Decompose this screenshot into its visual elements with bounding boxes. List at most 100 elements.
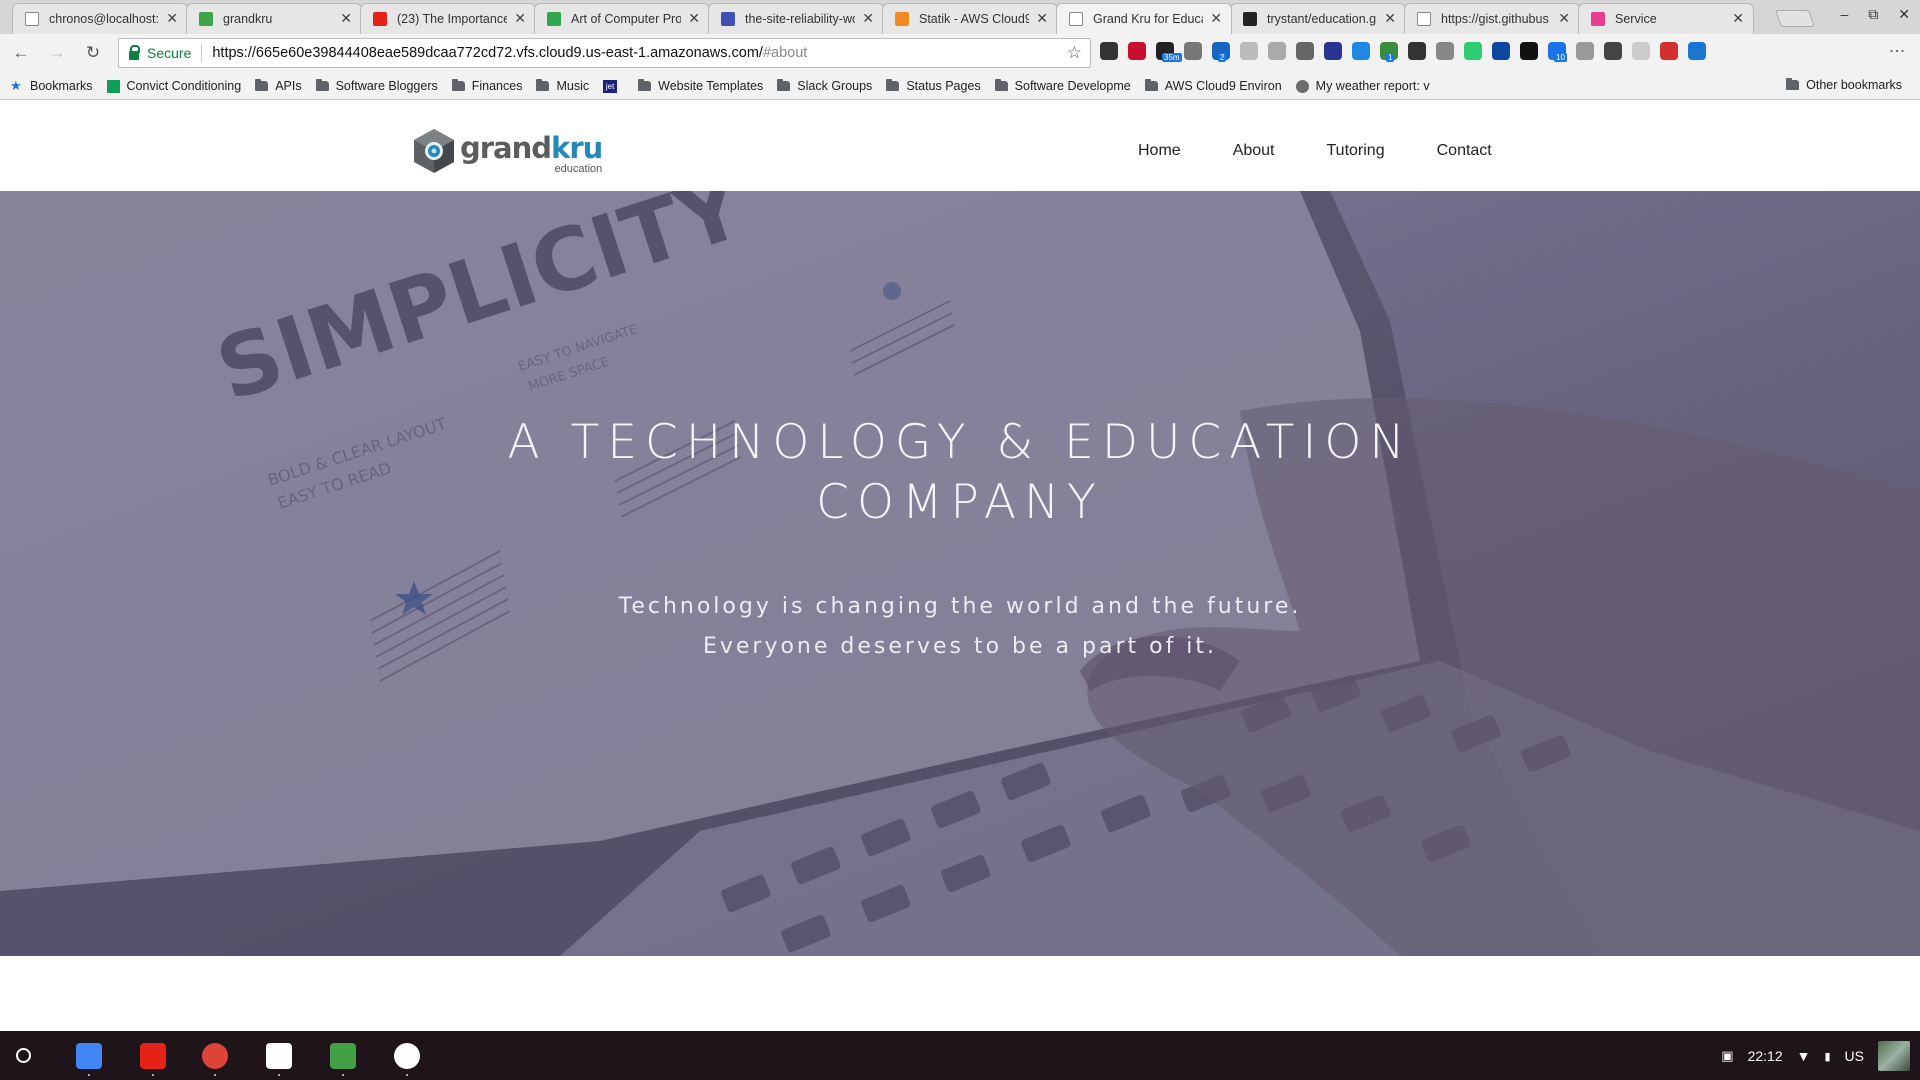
tab-close-icon[interactable]: ✕ <box>1210 10 1222 27</box>
site-logo[interactable]: grandkru education <box>412 128 603 174</box>
tab-close-icon[interactable]: ✕ <box>862 10 874 27</box>
bookmark-item[interactable]: jet <box>603 79 624 93</box>
bookmark-item[interactable]: Status Pages <box>886 79 981 93</box>
bookmark-item[interactable]: Music <box>536 79 589 93</box>
back-arrow-icon[interactable]: ← <box>10 42 32 64</box>
tab[interactable]: the-site-reliability-wor ✕ <box>708 3 884 34</box>
tab[interactable]: https://gist.githubus ✕ <box>1404 3 1580 34</box>
minimize-icon[interactable]: – <box>1840 6 1848 23</box>
bookmark-label: Slack Groups <box>797 79 873 93</box>
extension-badge: 35m <box>1162 53 1182 62</box>
tab-close-icon[interactable]: ✕ <box>688 10 700 27</box>
extension-icon[interactable]: 35m <box>1156 42 1182 62</box>
docs-app-icon[interactable] <box>76 1043 102 1076</box>
extension-icon[interactable] <box>1352 42 1370 60</box>
nav-about-link[interactable]: About <box>1233 142 1275 160</box>
extension-icon[interactable] <box>1492 42 1510 60</box>
clock[interactable]: 22:12 <box>1748 1048 1783 1064</box>
tab-close-icon[interactable]: ✕ <box>166 10 178 27</box>
tab[interactable]: trystant/education.g ✕ <box>1230 3 1406 34</box>
youtube-app-icon[interactable] <box>140 1043 166 1076</box>
logo-kru-text: kru <box>551 130 603 165</box>
tab-title: chronos@localhost:/ <box>49 12 159 26</box>
extension-icon[interactable] <box>1436 42 1454 60</box>
extension-icon[interactable] <box>1464 42 1482 60</box>
bookmark-item[interactable]: Finances <box>451 79 522 93</box>
tab[interactable]: (23) The Importance ✕ <box>360 3 536 34</box>
bookmark-label: Website Templates <box>658 79 764 93</box>
extension-icon[interactable] <box>1268 42 1286 60</box>
reload-icon[interactable]: ↻ <box>82 42 104 64</box>
play-store-app-icon[interactable] <box>266 1043 292 1076</box>
extension-icon[interactable]: 10 <box>1548 42 1567 62</box>
extension-icon[interactable] <box>1688 42 1706 60</box>
nav-home-link[interactable]: Home <box>1138 142 1181 160</box>
url-text[interactable]: https://665e60e39844408eae589dcaa772cd72… <box>212 45 807 61</box>
tab-title: Service <box>1615 12 1657 26</box>
tab[interactable]: Service ✕ <box>1578 3 1754 34</box>
close-window-icon[interactable]: ✕ <box>1898 6 1910 23</box>
extension-icon[interactable] <box>1296 42 1314 60</box>
locale-indicator[interactable]: US <box>1845 1048 1864 1064</box>
forward-arrow-icon[interactable]: → <box>46 42 68 64</box>
bookmark-label: Software Bloggers <box>335 79 438 93</box>
wifi-icon: ▼ <box>1796 1048 1811 1064</box>
omnibox-divider <box>201 44 203 62</box>
tab-close-icon[interactable]: ✕ <box>1036 10 1048 27</box>
bookmark-item[interactable]: AWS Cloud9 Environ <box>1144 79 1282 93</box>
extension-icon[interactable]: 2 <box>1212 42 1230 62</box>
hero-background-photo: SIMPLICITY BOLD & CLEAR LAYOUT EASY TO R… <box>0 191 1920 956</box>
address-bar[interactable]: Secure https://665e60e39844408eae589dcaa… <box>118 38 1091 68</box>
new-tab-button[interactable] <box>1774 10 1816 27</box>
android-app-app-icon[interactable] <box>330 1043 356 1076</box>
system-tray[interactable]: ▣ 22:12 ▼ ▮ US <box>1721 1041 1910 1071</box>
logo-subtitle: education <box>554 162 603 175</box>
site-header: grandkru education Home About Tutoring C… <box>0 100 1920 191</box>
tab[interactable]: grandkru ✕ <box>186 3 362 34</box>
slack-s-app-icon[interactable] <box>394 1043 420 1076</box>
bookmark-item[interactable]: Website Templates <box>638 79 763 93</box>
other-bookmarks[interactable]: Other bookmarks <box>1786 78 1902 92</box>
extension-icon[interactable] <box>1604 42 1622 60</box>
extension-icon[interactable]: 1 <box>1380 42 1398 62</box>
extension-icon[interactable] <box>1324 42 1342 60</box>
nav-tutoring-link[interactable]: Tutoring <box>1327 142 1385 160</box>
folder-icon <box>1144 79 1158 91</box>
tab-favicon-icon <box>1069 12 1083 26</box>
extension-icon[interactable] <box>1576 42 1594 60</box>
bookmark-item[interactable]: Software Developme <box>994 79 1131 93</box>
tab-close-icon[interactable]: ✕ <box>514 10 526 27</box>
extension-icon[interactable] <box>1408 42 1426 60</box>
bookmark-item[interactable]: ★ Bookmarks <box>10 78 93 94</box>
extension-icon[interactable] <box>1100 42 1118 60</box>
restore-icon[interactable]: ⧉ <box>1868 6 1878 23</box>
user-avatar[interactable] <box>1878 1041 1910 1071</box>
tab[interactable]: chronos@localhost:/ ✕ <box>12 3 188 34</box>
tab-close-icon[interactable]: ✕ <box>1558 10 1570 27</box>
tab-active[interactable]: Grand Kru for Educat ✕ <box>1056 3 1232 34</box>
extension-icon[interactable] <box>1660 42 1678 60</box>
extension-icon[interactable] <box>1184 42 1202 60</box>
extension-icon[interactable] <box>1128 42 1146 60</box>
tab[interactable]: Art of Computer Prog ✕ <box>534 3 710 34</box>
extension-icon[interactable] <box>1632 42 1650 60</box>
bookmark-item[interactable]: Convict Conditioning <box>106 79 241 93</box>
hero-section: SIMPLICITY BOLD & CLEAR LAYOUT EASY TO R… <box>0 191 1920 956</box>
nav-contact-link[interactable]: Contact <box>1437 142 1492 160</box>
tab-close-icon[interactable]: ✕ <box>1384 10 1396 27</box>
bookmark-star-icon[interactable]: ☆ <box>1067 43 1082 63</box>
launcher-icon[interactable] <box>16 1048 31 1063</box>
bookmark-item[interactable]: Slack Groups <box>777 79 872 93</box>
tab-close-icon[interactable]: ✕ <box>340 10 352 27</box>
tab-close-icon[interactable]: ✕ <box>1732 10 1744 27</box>
logo-wordmark: grandkru education <box>460 130 603 174</box>
bookmark-item[interactable]: APIs <box>255 79 302 93</box>
bookmark-item[interactable]: My weather report: v <box>1295 79 1430 93</box>
tab[interactable]: Statik - AWS Cloud9 ✕ <box>882 3 1058 34</box>
logo-grand-text: grand <box>460 130 552 165</box>
chrome-app-icon[interactable] <box>202 1043 228 1076</box>
extension-icon[interactable] <box>1240 42 1258 60</box>
extension-icon[interactable] <box>1520 42 1538 60</box>
bookmark-item[interactable]: Software Bloggers <box>315 79 438 93</box>
browser-menu-icon[interactable]: ⋮ <box>1887 43 1906 59</box>
